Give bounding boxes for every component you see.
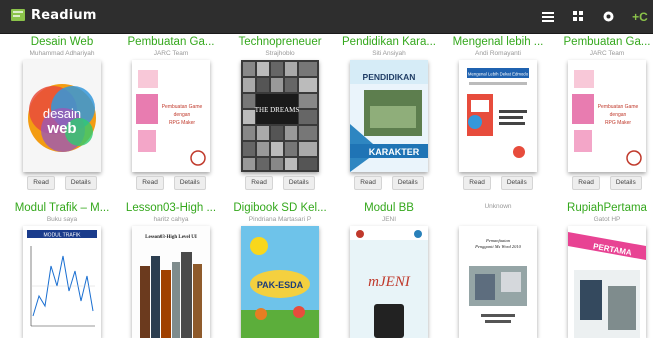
book-cover[interactable]: Lesson03-High Level UI	[132, 226, 210, 338]
book-title[interactable]: Pembuatan Ga...	[117, 36, 225, 49]
book-card[interactable]: Pendidikan Kara... Siti Ansiyah PENDIDIK…	[335, 36, 443, 190]
details-button[interactable]: Details	[500, 176, 533, 190]
list-view-icon[interactable]	[541, 10, 555, 24]
cover-text: RPG Maker	[605, 120, 631, 126]
book-cover[interactable]: desain web	[23, 60, 101, 172]
cover-text: mJENI	[368, 274, 411, 290]
book-card[interactable]: Modul Trafik – M... Buku saya MODUL TRAF…	[8, 202, 116, 338]
read-button[interactable]: Read	[27, 176, 55, 190]
read-button[interactable]: Read	[136, 176, 164, 190]
add-book-label: +C	[632, 9, 648, 24]
book-title[interactable]: Digibook SD Kel...	[226, 202, 334, 215]
book-title[interactable]: Lesson03-High ...	[117, 202, 225, 215]
book-cover[interactable]: PAK-ESDA	[241, 226, 319, 338]
book-cover[interactable]: mJENI	[350, 226, 428, 338]
book-author: JENI	[381, 216, 397, 223]
cover-text: desain	[43, 106, 81, 121]
book-author: Strajhoblo	[265, 50, 295, 57]
book-title[interactable]: Desain Web	[8, 36, 116, 49]
top-toolbar: Readium +C	[0, 0, 653, 34]
book-title[interactable]: Modul Trafik – M...	[8, 202, 116, 215]
app-title: Readium	[31, 7, 97, 23]
grid-view-icon[interactable]	[571, 10, 585, 24]
cover-text: Pembuatan Game	[162, 104, 203, 110]
book-author: Siti Ansiyah	[372, 50, 406, 57]
book-title[interactable]: Pendidikan Kara...	[335, 36, 443, 49]
book-author: Buku saya	[46, 216, 78, 223]
book-title[interactable]: Modul BB	[335, 202, 443, 215]
book-author: Pindriana Martasari P	[248, 216, 312, 223]
cover-text: Pembuatan Game	[598, 104, 639, 110]
book-cover[interactable]: Pembuatan Game dengan RPG Maker	[132, 60, 210, 172]
book-cover[interactable]: Pemanfaatan Pengganti Ms Word 2010	[459, 226, 537, 338]
cover-text: Lesson03-High Level UI	[145, 235, 197, 240]
book-author: JARC Team	[153, 50, 189, 57]
cover-text: THE DREAMS	[255, 106, 300, 114]
book-author: Unknown	[484, 203, 512, 210]
details-button[interactable]: Details	[64, 176, 97, 190]
book-cover[interactable]: Mengenal Lebih Dekat Edmodo	[459, 60, 537, 172]
details-button[interactable]: Details	[609, 176, 642, 190]
book-cover[interactable]: THE DREAMS	[241, 60, 319, 172]
book-title[interactable]: Technopreneuer	[226, 36, 334, 49]
book-card[interactable]: Pembuatan Ga... JARC Team Pembuatan Game…	[553, 36, 653, 190]
read-button[interactable]: Read	[245, 176, 273, 190]
details-button[interactable]: Details	[391, 176, 424, 190]
book-card[interactable]: Unknown Pemanfaatan Pengganti Ms Word 20…	[444, 202, 552, 338]
book-cover[interactable]: PENDIDIKAN KARAKTER	[350, 60, 428, 172]
book-card[interactable]: Digibook SD Kel... Pindriana Martasari P…	[226, 202, 334, 338]
cover-text: Pemanfaatan	[485, 238, 511, 243]
book-icon	[11, 9, 25, 21]
cover-text: dengan	[174, 112, 191, 118]
add-book-icon[interactable]: +C	[631, 10, 649, 24]
details-button[interactable]: Details	[282, 176, 315, 190]
cover-text: MODUL TRAFIK	[44, 233, 82, 239]
book-card[interactable]: Pembuatan Ga... JARC Team Pembuatan Game…	[117, 36, 225, 190]
cover-text: dengan	[610, 112, 627, 118]
book-cover[interactable]: MODUL TRAFIK	[23, 226, 101, 338]
book-cover[interactable]: Pembuatan Game dengan RPG Maker	[568, 60, 646, 172]
book-author: Andi Romayanti	[475, 50, 521, 57]
cover-text: PENDIDIKAN	[363, 72, 416, 82]
book-card[interactable]: Desain Web Muhammad Adhariyah desain web…	[8, 36, 116, 190]
book-author: haritz cahya	[153, 216, 189, 223]
book-author: Muhammad Adhariyah	[29, 50, 95, 57]
details-button[interactable]: Details	[173, 176, 206, 190]
book-card[interactable]: Mengenal lebih ... Andi Romayanti Mengen…	[444, 36, 552, 190]
book-author: Gatot HP	[593, 216, 621, 223]
read-button[interactable]: Read	[463, 176, 491, 190]
cover-text: KARAKTER	[369, 147, 420, 157]
cover-text: RPG Maker	[169, 120, 195, 126]
book-title[interactable]: RupiahPertama	[553, 202, 653, 215]
settings-icon[interactable]	[601, 10, 615, 24]
book-title[interactable]: Pembuatan Ga...	[553, 36, 653, 49]
book-author: JARC Team	[589, 50, 625, 57]
cover-text: PAK-ESDA	[257, 280, 304, 290]
book-card[interactable]: Technopreneuer Strajhoblo THE DREAMS Rea…	[226, 36, 334, 190]
book-card[interactable]: Modul BB JENI mJENI	[335, 202, 443, 338]
cover-text: Pengganti Ms Word 2010	[474, 244, 522, 249]
book-card[interactable]: RupiahPertama Gatot HP PERTAMA	[553, 202, 653, 338]
cover-text: web	[46, 120, 76, 137]
app-logo: Readium	[10, 7, 97, 23]
book-title[interactable]: Mengenal lebih ...	[444, 36, 552, 49]
read-button[interactable]: Read	[354, 176, 382, 190]
cover-text: Mengenal Lebih Dekat Edmodo	[468, 72, 529, 77]
read-button[interactable]: Read	[572, 176, 600, 190]
book-card[interactable]: Lesson03-High ... haritz cahya Lesson03-…	[117, 202, 225, 338]
book-cover[interactable]: PERTAMA	[568, 226, 646, 338]
